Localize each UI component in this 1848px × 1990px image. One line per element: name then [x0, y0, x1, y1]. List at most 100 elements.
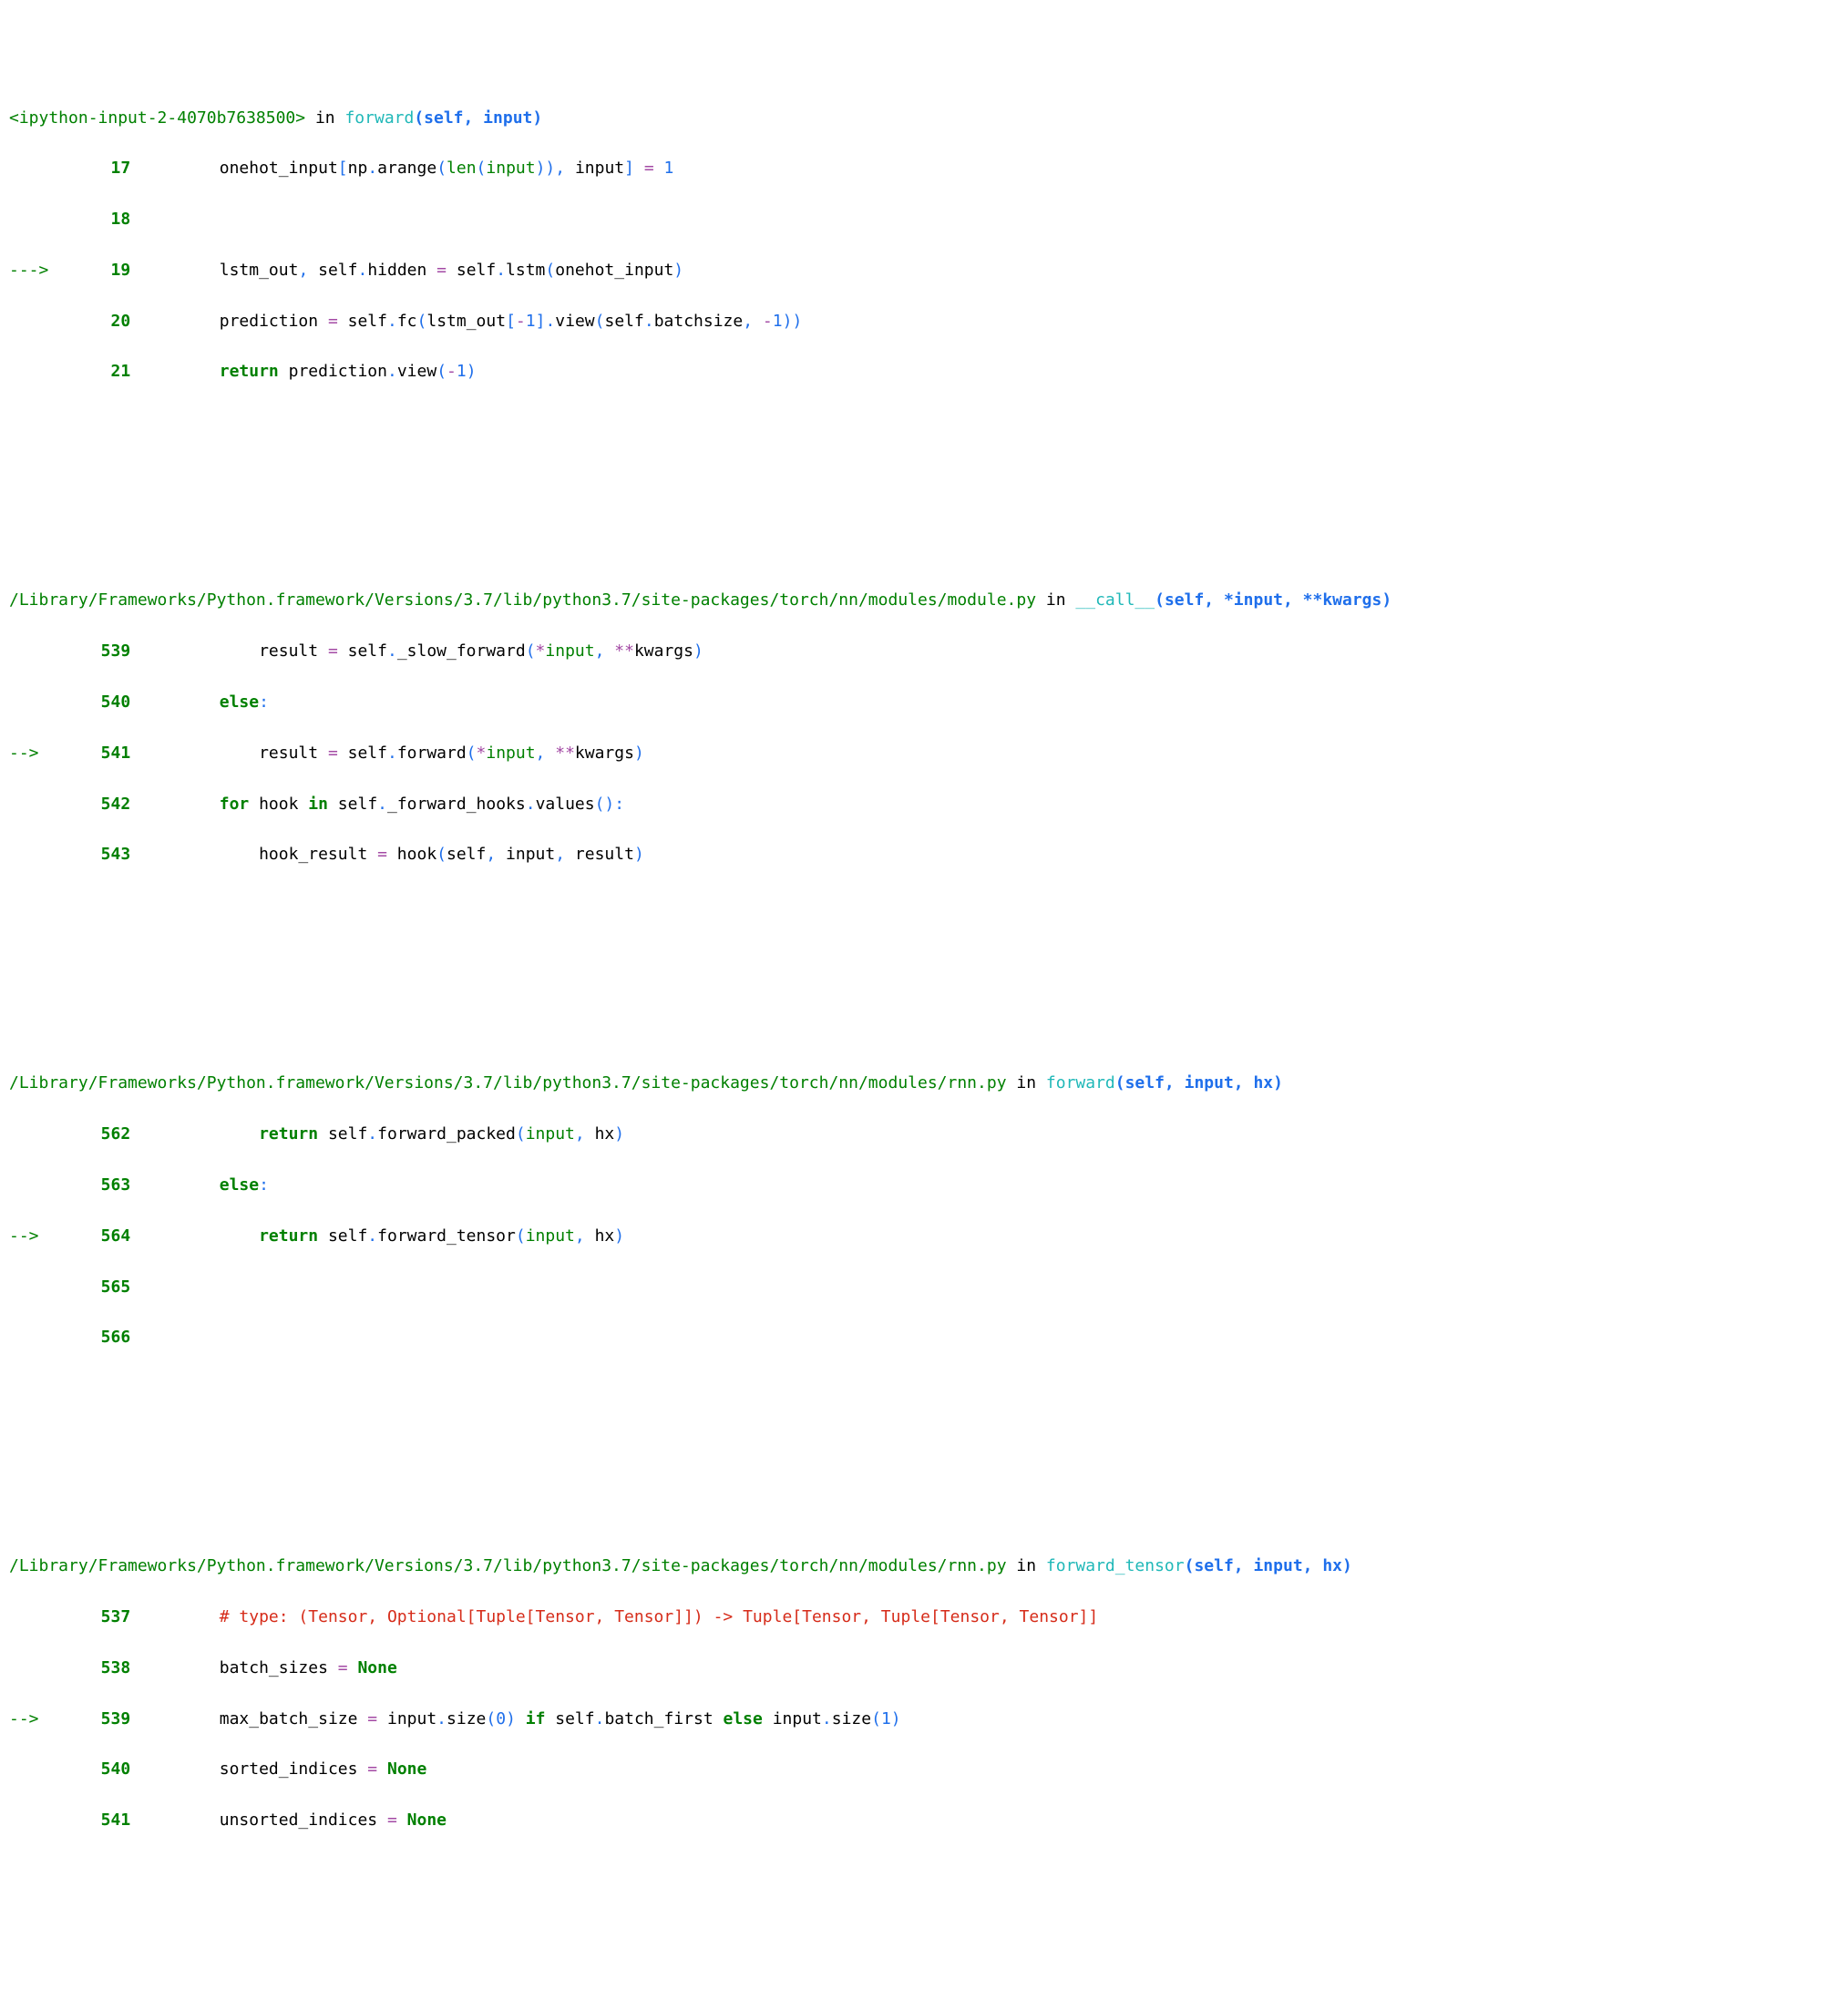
code-line: 562 return self.forward_packed(input, hx…	[9, 1122, 1839, 1147]
frame-func: forward	[1046, 1073, 1115, 1092]
code-line: 539 result = self._slow_forward(*input, …	[9, 639, 1839, 664]
line-number: 18	[62, 207, 131, 232]
line-number: 566	[62, 1325, 131, 1350]
line-number: 539	[62, 1707, 131, 1732]
frame-path: /Library/Frameworks/Python.framework/Ver…	[9, 1556, 1007, 1575]
line-number: 541	[62, 741, 131, 766]
frame-path: /Library/Frameworks/Python.framework/Ver…	[9, 1073, 1007, 1092]
arrow-indicator: --->	[9, 258, 62, 283]
arrow-indicator: -->	[9, 1707, 62, 1732]
frame-sig: (self, input)	[414, 108, 542, 128]
code: result = self.forward(*input, **kwargs)	[130, 744, 644, 763]
code-line: 18	[9, 207, 1839, 232]
code: sorted_indices = None	[130, 1759, 426, 1779]
code: return self.forward_packed(input, hx)	[130, 1124, 624, 1144]
in-keyword: in	[1007, 1073, 1046, 1092]
code-line: 563 else:	[9, 1173, 1839, 1198]
traceback-frame-3: /Library/Frameworks/Python.framework/Ver…	[9, 1528, 1839, 1859]
code: hook_result = hook(self, input, result)	[130, 845, 644, 864]
code-line: 21 return prediction.view(-1)	[9, 359, 1839, 385]
blank-line	[9, 1910, 1839, 1935]
line-number: 538	[62, 1656, 131, 1681]
gutter	[9, 207, 62, 232]
traceback-frame-0: <ipython-input-2-4070b7638500> in forwar…	[9, 80, 1839, 411]
gutter	[9, 1605, 62, 1630]
gutter	[9, 1757, 62, 1782]
gutter	[9, 309, 62, 334]
arrow-indicator: -->	[9, 1224, 62, 1249]
gutter	[9, 1325, 62, 1350]
code: onehot_input[np.arange(len(input)), inpu…	[130, 159, 673, 178]
code-line: 541 unsorted_indices = None	[9, 1808, 1839, 1833]
line-number: 19	[62, 258, 131, 283]
gutter	[9, 1808, 62, 1833]
line-number: 540	[62, 690, 131, 715]
blank-line	[9, 944, 1839, 969]
line-number: 17	[62, 156, 131, 181]
line-number: 20	[62, 309, 131, 334]
frame-sig: (self, *input, **kwargs)	[1155, 590, 1391, 610]
gutter	[9, 156, 62, 181]
arrow-indicator: -->	[9, 741, 62, 766]
code-line-current: -->564 return self.forward_tensor(input,…	[9, 1224, 1839, 1249]
code	[130, 1277, 140, 1297]
frame-sig: (self, input, hx)	[1115, 1073, 1283, 1092]
line-number: 541	[62, 1808, 131, 1833]
frame-location: <ipython-input-2-4070b7638500> in forwar…	[9, 106, 1839, 131]
code: batch_sizes = None	[130, 1658, 397, 1677]
code-line-current: --->19 lstm_out, self.hidden = self.lstm…	[9, 258, 1839, 283]
frame-path: <ipython-input-2-4070b7638500>	[9, 108, 305, 128]
gutter	[9, 792, 62, 817]
gutter	[9, 690, 62, 715]
code-line-current: -->541 result = self.forward(*input, **k…	[9, 741, 1839, 766]
frame-func: forward_tensor	[1046, 1556, 1185, 1575]
code-line: 538 batch_sizes = None	[9, 1656, 1839, 1681]
in-keyword: in	[305, 108, 344, 128]
frame-func: __call__	[1075, 590, 1155, 610]
code: return prediction.view(-1)	[130, 362, 476, 381]
code-line-current: -->539 max_batch_size = input.size(0) if…	[9, 1707, 1839, 1732]
blank-line	[9, 461, 1839, 487]
code: return self.forward_tensor(input, hx)	[130, 1226, 624, 1246]
code-line: 537 # type: (Tensor, Optional[Tuple[Tens…	[9, 1605, 1839, 1630]
code-line: 543 hook_result = hook(self, input, resu…	[9, 842, 1839, 867]
line-number: 539	[62, 639, 131, 664]
code: else:	[130, 1175, 269, 1195]
line-number: 562	[62, 1122, 131, 1147]
code	[130, 1328, 140, 1347]
line-number: 537	[62, 1605, 131, 1630]
code-line: 566	[9, 1325, 1839, 1350]
gutter	[9, 1275, 62, 1300]
python-traceback: <ipython-input-2-4070b7638500> in forwar…	[0, 0, 1848, 1990]
code: unsorted_indices = None	[130, 1810, 447, 1830]
frame-path: /Library/Frameworks/Python.framework/Ver…	[9, 590, 1036, 610]
gutter	[9, 842, 62, 867]
code: # type: (Tensor, Optional[Tuple[Tensor, …	[130, 1607, 1098, 1626]
code-line: 540 else:	[9, 690, 1839, 715]
gutter	[9, 1122, 62, 1147]
gutter	[9, 639, 62, 664]
line-number: 543	[62, 842, 131, 867]
code-line: 540 sorted_indices = None	[9, 1757, 1839, 1782]
in-keyword: in	[1036, 590, 1075, 610]
gutter	[9, 1656, 62, 1681]
frame-location: /Library/Frameworks/Python.framework/Ver…	[9, 588, 1839, 613]
code: for hook in self._forward_hooks.values()…	[130, 795, 624, 814]
line-number: 563	[62, 1173, 131, 1198]
code	[130, 210, 140, 229]
line-number: 21	[62, 359, 131, 385]
gutter	[9, 359, 62, 385]
code-line: 542 for hook in self._forward_hooks.valu…	[9, 792, 1839, 817]
blank-line	[9, 1427, 1839, 1452]
code: prediction = self.fc(lstm_out[-1].view(s…	[130, 312, 802, 331]
traceback-frame-1: /Library/Frameworks/Python.framework/Ver…	[9, 563, 1839, 894]
frame-location: /Library/Frameworks/Python.framework/Ver…	[9, 1554, 1839, 1579]
code: max_batch_size = input.size(0) if self.b…	[130, 1709, 900, 1728]
code: lstm_out, self.hidden = self.lstm(onehot…	[130, 261, 683, 280]
frame-func: forward	[344, 108, 414, 128]
traceback-frame-2: /Library/Frameworks/Python.framework/Ver…	[9, 1046, 1839, 1377]
line-number: 564	[62, 1224, 131, 1249]
frame-location: /Library/Frameworks/Python.framework/Ver…	[9, 1071, 1839, 1096]
in-keyword: in	[1007, 1556, 1046, 1575]
code: else:	[130, 692, 269, 712]
